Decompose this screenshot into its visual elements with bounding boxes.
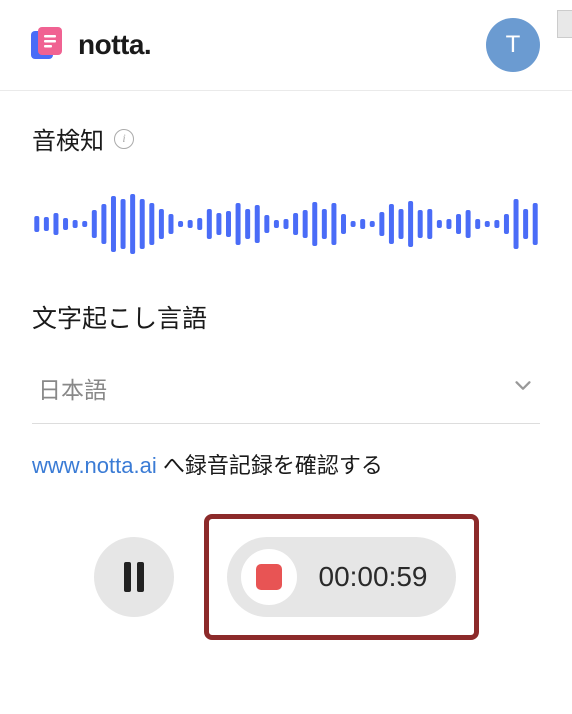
link-suffix-text: へ録音記録を確認する: [157, 453, 383, 478]
transcription-language-title: 文字起こし言語: [32, 299, 540, 335]
logo: notta.: [28, 25, 151, 65]
chevron-down-icon: [512, 375, 534, 402]
avatar-initial: T: [506, 31, 521, 59]
logo-text: notta.: [78, 29, 151, 61]
main-content: 音検知 i 文字起こし言語 日本語 www.notta.ai へ録音記録を確認す…: [0, 91, 572, 640]
side-tab[interactable]: [557, 10, 572, 38]
pause-icon: [124, 562, 144, 592]
stop-icon: [256, 564, 282, 590]
pause-button[interactable]: [94, 537, 174, 617]
recording-timer: 00:00:59: [319, 561, 428, 593]
header: notta. T: [0, 0, 572, 91]
sound-detection-title: 音検知 i: [32, 121, 540, 156]
logo-mark-icon: [28, 25, 68, 65]
info-icon[interactable]: i: [114, 129, 134, 149]
notta-website-link[interactable]: www.notta.ai: [32, 453, 157, 478]
recorder-controls: 00:00:59: [32, 514, 540, 640]
external-link-row: www.notta.ai へ録音記録を確認する: [32, 448, 540, 480]
avatar[interactable]: T: [486, 18, 540, 72]
stop-button[interactable]: [241, 549, 297, 605]
language-selected-value: 日本語: [38, 371, 107, 405]
audio-waveform: [32, 184, 540, 264]
language-select[interactable]: 日本語: [32, 361, 540, 424]
stop-timer-group: 00:00:59: [204, 514, 479, 640]
stop-timer-pill: 00:00:59: [227, 537, 456, 617]
sound-detection-label: 音検知: [32, 121, 104, 156]
